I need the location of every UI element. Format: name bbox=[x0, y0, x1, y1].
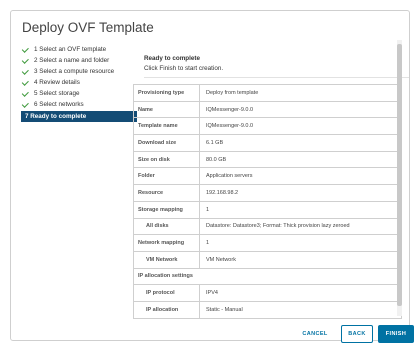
check-icon bbox=[21, 45, 29, 53]
row-value: IQMessenger-9.0.0 bbox=[206, 106, 254, 113]
row-key: All disks bbox=[134, 218, 200, 235]
row-value: 80.0 GB bbox=[206, 156, 227, 163]
row-value: Datastore: Datastore3; Format: Thick pro… bbox=[206, 223, 350, 230]
row-key: Network mapping bbox=[134, 235, 200, 251]
step-label: 5 Select storage bbox=[34, 90, 80, 97]
row-value: Static - Manual bbox=[206, 306, 243, 313]
summary-table: Provisioning type Deploy from template Na… bbox=[133, 84, 402, 319]
wizard-step-5[interactable]: 5 Select storage bbox=[21, 88, 137, 99]
check-icon bbox=[21, 78, 29, 86]
row-key: Storage mapping bbox=[134, 201, 200, 218]
wizard-step-2[interactable]: 2 Select a name and folder bbox=[21, 55, 137, 66]
back-button[interactable]: BACK bbox=[341, 325, 373, 343]
dialog-title: Deploy OVF Template bbox=[22, 20, 154, 35]
table-row: Name IQMessenger-9.0.0 bbox=[134, 101, 401, 119]
row-key: Provisioning type bbox=[134, 85, 200, 101]
step-label: 3 Select a compute resource bbox=[34, 68, 115, 75]
table-section-row: IP allocation settings bbox=[134, 269, 401, 286]
wizard-step-3[interactable]: 3 Select a compute resource bbox=[21, 66, 137, 77]
wizard-step-7-active[interactable]: 7 Ready to complete bbox=[21, 111, 137, 122]
wizard-step-6[interactable]: 6 Select networks bbox=[21, 99, 137, 110]
row-value: 192.168.98.2 bbox=[206, 189, 239, 196]
table-row: IP protocol IPV4 bbox=[134, 285, 401, 302]
check-icon bbox=[21, 67, 29, 75]
row-key: Name bbox=[134, 101, 200, 118]
row-key: Download size bbox=[134, 135, 200, 151]
row-key: Folder bbox=[134, 168, 200, 185]
content-subtitle: Click Finish to start creation. bbox=[144, 65, 224, 72]
table-row: Provisioning type Deploy from template bbox=[134, 85, 401, 102]
row-key: IP allocation bbox=[134, 301, 200, 318]
table-row: Network mapping 1 bbox=[134, 235, 401, 252]
cancel-button[interactable]: CANCEL bbox=[294, 325, 336, 343]
table-row: Storage mapping 1 bbox=[134, 201, 401, 219]
scrollbar-thumb[interactable] bbox=[397, 44, 402, 306]
table-row: Resource 192.168.98.2 bbox=[134, 185, 401, 202]
check-icon bbox=[21, 100, 29, 108]
step-label: 4 Review details bbox=[34, 79, 80, 86]
finish-button[interactable]: FINISH bbox=[378, 325, 414, 343]
table-row: VM Network VM Network bbox=[134, 251, 401, 269]
row-value bbox=[193, 269, 401, 285]
table-row: Folder Application servers bbox=[134, 168, 401, 186]
row-key: IP protocol bbox=[134, 285, 200, 301]
wizard-step-4[interactable]: 4 Review details bbox=[21, 77, 137, 88]
table-row: Template name IQMessenger-9.0.0 bbox=[134, 118, 401, 136]
table-row: Size on disk 80.0 GB bbox=[134, 151, 401, 169]
table-row: All disks Datastore: Datastore3; Format: … bbox=[134, 218, 401, 236]
step-label: 1 Select an OVF template bbox=[34, 46, 107, 53]
header-divider bbox=[144, 77, 409, 78]
check-icon bbox=[21, 89, 29, 97]
step-label: 6 Select networks bbox=[34, 101, 84, 108]
row-value: IQMessenger-9.0.0 bbox=[206, 123, 254, 130]
check-icon bbox=[21, 56, 29, 64]
content-title: Ready to complete bbox=[144, 55, 200, 62]
row-key: VM Network bbox=[134, 251, 200, 268]
step-label: 7 Ready to complete bbox=[25, 113, 87, 120]
row-key: Template name bbox=[134, 118, 200, 135]
row-value: VM Network bbox=[206, 256, 236, 263]
row-key: Size on disk bbox=[134, 151, 200, 168]
row-value: 1 bbox=[206, 240, 210, 247]
wizard-steps: 1 Select an OVF template 2 Select a name… bbox=[21, 44, 137, 122]
row-value: Deploy from template bbox=[206, 89, 259, 96]
row-key: Resource bbox=[134, 185, 200, 201]
table-row: IP allocation Static - Manual bbox=[134, 301, 401, 319]
content-header: Ready to complete Click Finish to start … bbox=[144, 55, 223, 72]
table-row: Download size 6.1 GB bbox=[134, 135, 401, 152]
row-value: 1 bbox=[206, 206, 210, 213]
wizard-step-1[interactable]: 1 Select an OVF template bbox=[21, 44, 137, 55]
step-label: 2 Select a name and folder bbox=[34, 57, 110, 64]
row-value: 6.1 GB bbox=[206, 139, 224, 146]
row-value: IPV4 bbox=[206, 290, 218, 297]
row-key: IP allocation settings bbox=[138, 273, 193, 280]
row-value: Application servers bbox=[206, 173, 253, 180]
